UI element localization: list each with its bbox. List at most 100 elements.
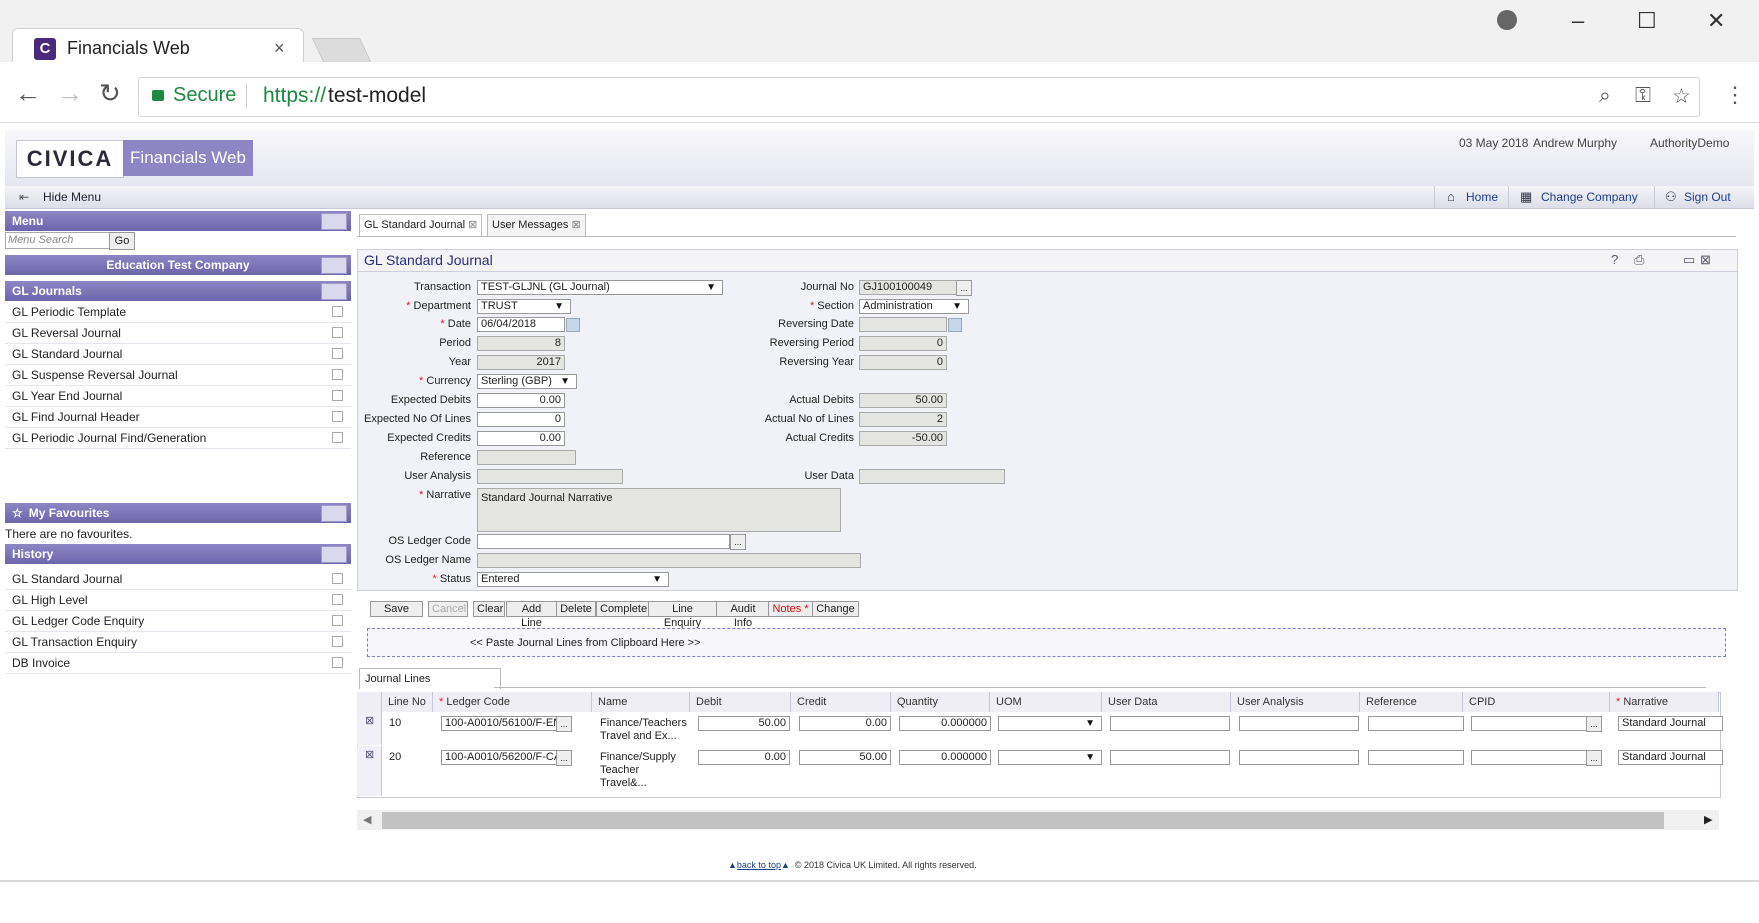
change-button[interactable]: Change [812, 601, 859, 617]
sidebar-item-gl-periodic-template[interactable]: GL Periodic Template [5, 302, 351, 323]
tab-gl-standard-journal[interactable]: GL Standard Journal ⊠ [359, 214, 483, 236]
history-item[interactable]: DB Invoice [5, 653, 351, 674]
hide-menu-icon[interactable]: ⇤ [19, 190, 29, 204]
narrative-input[interactable]: Standard Journal [1618, 750, 1723, 765]
credit-input[interactable]: 0.00 [799, 716, 891, 731]
uom-select[interactable] [998, 750, 1102, 765]
account-icon[interactable] [1497, 10, 1517, 30]
clear-button[interactable]: Clear [473, 601, 505, 617]
history-item[interactable]: GL Ledger Code Enquiry [5, 611, 351, 632]
user-analysis-input[interactable] [1239, 750, 1359, 765]
credit-input[interactable]: 50.00 [799, 750, 891, 765]
audit-info-button[interactable]: Audit Info [716, 601, 770, 629]
lookup-button[interactable]: ... [730, 534, 746, 550]
delete-row-icon[interactable]: ⊠ [365, 714, 374, 727]
open-window-icon[interactable] [332, 390, 343, 401]
hide-menu-link[interactable]: Hide Menu [43, 190, 101, 204]
tab-user-messages[interactable]: User Messages ⊠ [487, 214, 586, 236]
status-select[interactable]: Entered [477, 572, 669, 587]
menu-toggle-button[interactable] [321, 213, 347, 230]
currency-select[interactable]: Sterling (GBP) [477, 374, 577, 389]
window-icon[interactable]: ▭ [1683, 252, 1695, 268]
user-analysis-field[interactable] [477, 469, 623, 484]
narrative-input[interactable]: Standard Journal [1618, 716, 1723, 731]
star-icon[interactable]: ☆ [1672, 84, 1691, 109]
tab-close-icon[interactable]: ⊠ [571, 219, 580, 231]
sidebar-item-gl-reversal-journal[interactable]: GL Reversal Journal [5, 323, 351, 344]
change-company-link[interactable]: Change Company [1541, 190, 1638, 204]
reference-input[interactable] [1368, 716, 1464, 731]
debit-input[interactable]: 0.00 [698, 750, 790, 765]
scroll-left-icon[interactable]: ◀ [363, 813, 371, 826]
open-window-icon[interactable] [332, 657, 343, 668]
go-button[interactable]: Go [109, 232, 135, 250]
quantity-input[interactable]: 0.000000 [899, 750, 991, 765]
zoom-icon[interactable]: ⌕ [1599, 84, 1611, 108]
save-button[interactable]: Save [370, 601, 423, 617]
ledger-code-input[interactable]: 100-A0010/56200/F-CA [441, 750, 560, 765]
up-arrow-icon[interactable]: ▲ [728, 860, 737, 870]
favourites-toggle-button[interactable] [321, 505, 347, 522]
open-window-icon[interactable] [332, 348, 343, 359]
section-select[interactable]: Administration [859, 299, 969, 314]
home-link[interactable]: Home [1466, 190, 1498, 204]
open-window-icon[interactable] [332, 573, 343, 584]
reversing-date-field[interactable] [859, 317, 947, 332]
calendar-icon[interactable] [566, 318, 580, 332]
lookup-button[interactable]: ... [556, 716, 572, 732]
cpid-input[interactable] [1471, 750, 1599, 765]
open-window-icon[interactable] [332, 615, 343, 626]
narrative-textarea[interactable]: Standard Journal Narrative [477, 488, 841, 532]
tab-journal-lines[interactable]: Journal Lines [359, 668, 501, 689]
history-item[interactable]: GL Transaction Enquiry [5, 632, 351, 653]
lookup-button[interactable]: ... [556, 750, 572, 766]
building-icon[interactable]: ▦ [1520, 189, 1532, 205]
open-window-icon[interactable] [332, 369, 343, 380]
menu-icon[interactable]: ⋮ [1724, 82, 1746, 108]
print-icon[interactable]: ⎙ [1634, 252, 1644, 268]
open-window-icon[interactable] [332, 327, 343, 338]
user-data-input[interactable] [1110, 750, 1230, 765]
open-window-icon[interactable] [332, 411, 343, 422]
sidebar-item-gl-year-end-journal[interactable]: GL Year End Journal [5, 386, 351, 407]
date-input[interactable]: 06/04/2018 [477, 317, 565, 332]
lookup-button[interactable]: ... [1586, 750, 1602, 766]
quantity-input[interactable]: 0.000000 [899, 716, 991, 731]
home-icon[interactable]: ⌂ [1447, 189, 1455, 204]
scrollbar-thumb[interactable] [382, 812, 1664, 829]
history-item[interactable]: GL Standard Journal [5, 569, 351, 590]
open-window-icon[interactable] [332, 306, 343, 317]
sidebar-item-gl-standard-journal[interactable]: GL Standard Journal [5, 344, 351, 365]
sign-out-link[interactable]: Sign Out [1684, 190, 1731, 204]
close-icon[interactable]: ✕ [1707, 8, 1725, 34]
reference-field[interactable] [477, 450, 576, 465]
expected-credits-input[interactable]: 0.00 [477, 431, 565, 446]
forward-icon[interactable]: → [57, 78, 83, 109]
cpid-input[interactable] [1471, 716, 1599, 731]
history-toggle-button[interactable] [321, 546, 347, 563]
scroll-right-icon[interactable]: ▶ [1704, 813, 1712, 826]
lookup-button[interactable]: ... [956, 280, 972, 296]
panel-close-icon[interactable]: ⊠ [1700, 252, 1711, 268]
line-enquiry-button[interactable]: Line Enquiry [648, 601, 717, 629]
delete-button[interactable]: Delete [556, 601, 596, 617]
maximize-icon[interactable]: ☐ [1637, 8, 1657, 34]
sidebar-item-gl-periodic-journal-find[interactable]: GL Periodic Journal Find/Generation [5, 428, 351, 449]
history-item[interactable]: GL High Level [5, 590, 351, 611]
user-analysis-input[interactable] [1239, 716, 1359, 731]
lookup-button[interactable]: ... [1586, 716, 1602, 732]
sidebar-item-gl-suspense-reversal-journal[interactable]: GL Suspense Reversal Journal [5, 365, 351, 386]
sign-out-icon[interactable]: ⚇ [1665, 189, 1677, 205]
ledger-code-input[interactable]: 100-A0010/56100/F-EN [441, 716, 560, 731]
delete-row-icon[interactable]: ⊠ [365, 748, 374, 761]
cancel-button[interactable]: Cancel [428, 601, 468, 617]
open-window-icon[interactable] [332, 432, 343, 443]
transaction-select[interactable]: TEST-GLJNL (GL Journal) [477, 280, 723, 295]
up-arrow-icon[interactable]: ▲ [781, 860, 790, 870]
notes-button[interactable]: Notes * [768, 601, 813, 617]
help-icon[interactable]: ? [1611, 252, 1618, 267]
reload-icon[interactable]: ↻ [99, 78, 121, 109]
complete-button[interactable]: Complete [596, 601, 649, 617]
back-icon[interactable]: ← [15, 78, 41, 109]
tab-close-icon[interactable]: × [274, 38, 285, 59]
